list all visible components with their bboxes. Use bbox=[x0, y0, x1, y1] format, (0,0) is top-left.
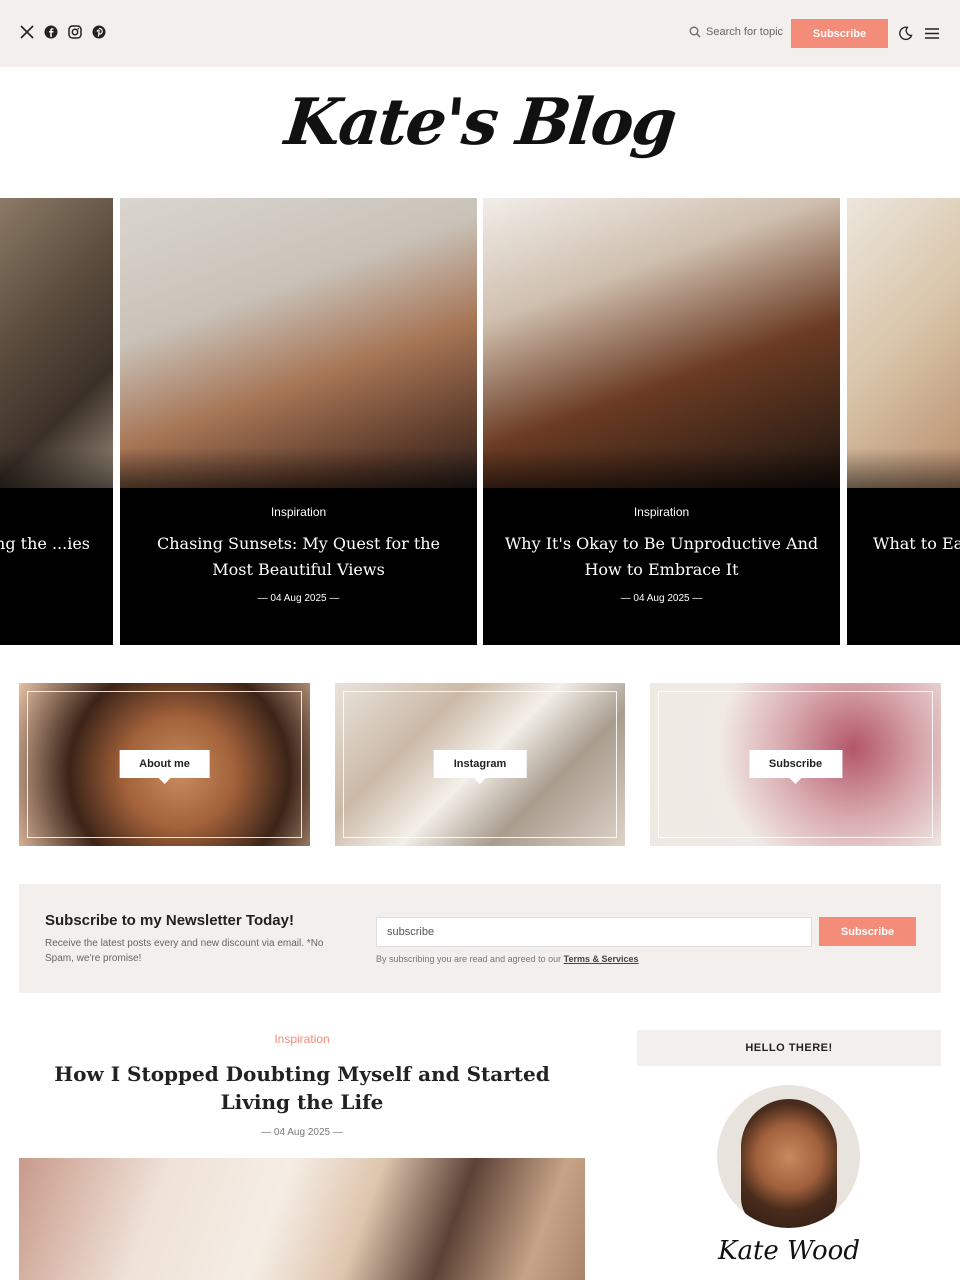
newsletter-subscribe-button[interactable]: Subscribe bbox=[819, 917, 916, 946]
post-image bbox=[0, 198, 113, 488]
about-me-card[interactable]: About me bbox=[19, 683, 310, 846]
subscribe-card[interactable]: Subscribe bbox=[650, 683, 941, 846]
subscribe-button[interactable]: Subscribe bbox=[791, 19, 888, 48]
post-image[interactable] bbox=[19, 1158, 585, 1280]
slider-card-date: — 04 Aug 2025 — bbox=[257, 593, 340, 604]
top-bar: Search for topic Subscribe bbox=[0, 0, 960, 67]
instagram-card[interactable]: Instagram bbox=[335, 683, 625, 846]
slider-card-title[interactable]: Chasing Sunsets: My Quest for the Most B… bbox=[140, 531, 457, 583]
newsletter-email-field[interactable]: subscribe bbox=[376, 917, 812, 947]
slider-card-category[interactable]: Inspiration bbox=[483, 505, 840, 519]
post-image bbox=[847, 198, 960, 488]
x-icon[interactable] bbox=[20, 25, 34, 39]
post-image bbox=[120, 198, 477, 488]
pinterest-icon[interactable] bbox=[92, 25, 106, 39]
search-icon bbox=[689, 26, 701, 38]
social-links bbox=[20, 25, 106, 39]
slider-card-title[interactable]: What to Ea... Gui... bbox=[873, 531, 960, 557]
subscribe-label[interactable]: Subscribe bbox=[748, 750, 843, 784]
slider-card[interactable]: ...nding the ...ies bbox=[0, 198, 113, 645]
post-date: — 04 Aug 2025 — bbox=[261, 1127, 343, 1138]
about-me-label[interactable]: About me bbox=[119, 750, 210, 784]
site-logo[interactable]: Kate's Blog bbox=[0, 85, 960, 160]
slider-card[interactable]: Inspiration Why It's Okay to Be Unproduc… bbox=[483, 198, 840, 645]
search-box[interactable]: Search for topic bbox=[689, 26, 783, 38]
author-signature: Kate Wood bbox=[718, 1236, 860, 1266]
post-title[interactable]: How I Stopped Doubting Myself and Starte… bbox=[19, 1060, 585, 1116]
instagram-icon[interactable] bbox=[68, 25, 82, 39]
terms-link[interactable]: Terms & Services bbox=[564, 954, 639, 964]
slider-card-title[interactable]: ...nding the ...ies bbox=[0, 531, 90, 557]
slider-card[interactable]: What to Ea... Gui... bbox=[847, 198, 960, 645]
newsletter-description: Receive the latest posts every and new d… bbox=[45, 938, 324, 964]
post-category[interactable]: Inspiration bbox=[19, 1032, 585, 1046]
dark-mode-icon[interactable] bbox=[898, 26, 913, 41]
slider-card[interactable]: Inspiration Chasing Sunsets: My Quest fo… bbox=[120, 198, 477, 645]
facebook-icon[interactable] bbox=[44, 25, 58, 39]
sidebar-heading: HELLO THERE! bbox=[637, 1030, 941, 1066]
hamburger-menu-icon[interactable] bbox=[925, 28, 939, 39]
newsletter-section: Subscribe to my Newsletter Today! Receiv… bbox=[19, 884, 941, 993]
slider-card-title[interactable]: Why It's Okay to Be Unproductive And How… bbox=[503, 531, 820, 583]
slider-card-category[interactable]: Inspiration bbox=[120, 505, 477, 519]
instagram-label[interactable]: Instagram bbox=[433, 750, 527, 784]
avatar bbox=[717, 1085, 860, 1228]
slider-card-date: — 04 Aug 2025 — bbox=[620, 593, 703, 604]
newsletter-terms: By subscribing you are read and agreed t… bbox=[376, 954, 639, 964]
newsletter-title: Subscribe to my Newsletter Today! bbox=[45, 912, 294, 929]
post-image bbox=[483, 198, 840, 488]
search-placeholder[interactable]: Search for topic bbox=[706, 26, 783, 38]
